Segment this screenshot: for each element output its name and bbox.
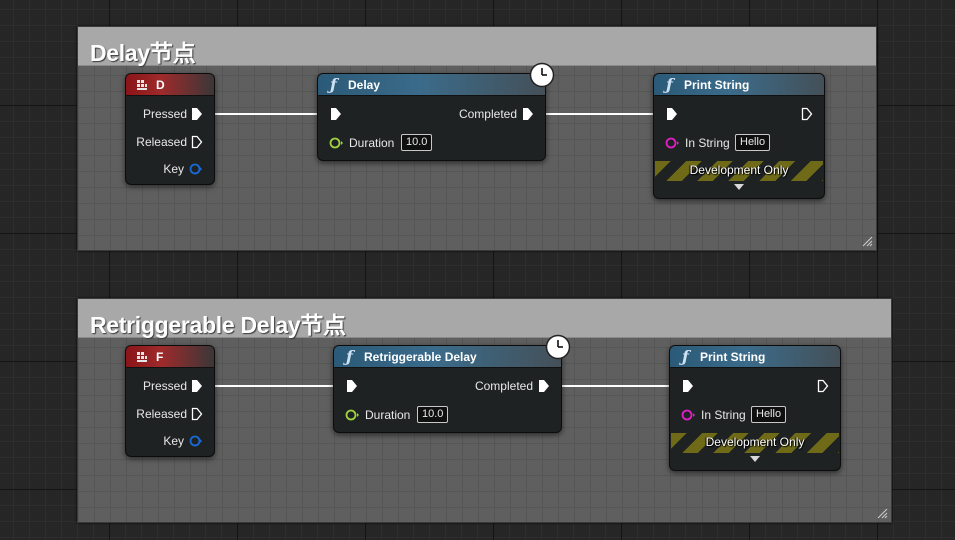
keyboard-icon bbox=[137, 80, 147, 90]
in-string-input[interactable]: Hello bbox=[735, 134, 771, 151]
pin-label-key: Key bbox=[163, 434, 184, 448]
key-struct-pin[interactable] bbox=[189, 163, 203, 175]
development-only-banner: Development Only bbox=[671, 433, 839, 453]
pin-label-pressed: Pressed bbox=[142, 379, 187, 393]
exec-pin-out-empty[interactable] bbox=[801, 107, 813, 121]
exec-pin-out-filled[interactable] bbox=[191, 107, 203, 121]
key-name: D bbox=[156, 78, 165, 92]
function-icon: ƒ bbox=[346, 347, 353, 366]
pin-label-in-string: In String bbox=[685, 136, 730, 150]
key-name: F bbox=[156, 350, 164, 364]
exec-pin-out-empty[interactable] bbox=[191, 135, 203, 149]
function-icon: ƒ bbox=[666, 75, 673, 94]
node-header[interactable]: ƒ Delay bbox=[318, 74, 545, 96]
node-header[interactable]: F bbox=[126, 346, 214, 368]
pin-label-duration: Duration bbox=[365, 408, 411, 422]
string-pin[interactable] bbox=[665, 137, 681, 149]
string-pin[interactable] bbox=[681, 409, 697, 421]
exec-pin-out-filled[interactable] bbox=[538, 379, 550, 393]
node-title: Print String bbox=[684, 78, 750, 92]
node-header[interactable]: ƒ Print String bbox=[654, 74, 824, 96]
keyboard-icon bbox=[137, 352, 147, 362]
function-icon: ƒ bbox=[682, 347, 689, 366]
float-pin[interactable] bbox=[345, 409, 361, 421]
retriggerable-delay-node[interactable]: ƒ Retriggerable Delay Completed Duration… bbox=[333, 345, 562, 433]
development-only-label: Development Only bbox=[689, 163, 789, 177]
pin-label-duration: Duration bbox=[349, 136, 395, 150]
pin-label-released: Released bbox=[136, 407, 187, 421]
print-string-node[interactable]: ƒ Print String In String Hello Developme… bbox=[669, 345, 841, 471]
node-header[interactable]: D bbox=[126, 74, 214, 96]
development-only-banner: Development Only bbox=[655, 161, 823, 181]
clock-icon bbox=[545, 334, 571, 360]
expand-arrow-icon[interactable] bbox=[734, 184, 744, 190]
key-struct-pin[interactable] bbox=[189, 435, 203, 447]
exec-pin-in-filled[interactable] bbox=[666, 107, 678, 121]
clock-icon bbox=[529, 62, 555, 88]
exec-pin-out-empty[interactable] bbox=[191, 407, 203, 421]
expand-arrow-icon[interactable] bbox=[750, 456, 760, 462]
pin-label-released: Released bbox=[136, 135, 187, 149]
float-pin[interactable] bbox=[329, 137, 345, 149]
node-title: Retriggerable Delay bbox=[364, 350, 477, 364]
key-event-node-d[interactable]: D Pressed Released Key bbox=[125, 73, 215, 185]
function-icon: ƒ bbox=[330, 75, 337, 94]
duration-input[interactable]: 10.0 bbox=[417, 406, 449, 423]
pin-label-completed: Completed bbox=[458, 107, 517, 121]
exec-pin-out-empty[interactable] bbox=[817, 379, 829, 393]
delay-node[interactable]: ƒ Delay Completed Duration 10.0 bbox=[317, 73, 546, 161]
in-string-input[interactable]: Hello bbox=[751, 406, 787, 423]
duration-input[interactable]: 10.0 bbox=[401, 134, 433, 151]
development-only-label: Development Only bbox=[705, 435, 805, 449]
exec-pin-out-filled[interactable] bbox=[522, 107, 534, 121]
pin-label-key: Key bbox=[163, 162, 184, 176]
node-title: Print String bbox=[700, 350, 766, 364]
node-header[interactable]: ƒ Print String bbox=[670, 346, 840, 368]
exec-pin-out-filled[interactable] bbox=[191, 379, 203, 393]
exec-pin-in-filled[interactable] bbox=[682, 379, 694, 393]
pin-label-completed: Completed bbox=[474, 379, 533, 393]
pin-label-pressed: Pressed bbox=[142, 107, 187, 121]
print-string-node[interactable]: ƒ Print String In String Hello Developme… bbox=[653, 73, 825, 199]
exec-pin-in-filled[interactable] bbox=[346, 379, 358, 393]
node-header[interactable]: ƒ Retriggerable Delay bbox=[334, 346, 561, 368]
key-event-node-f[interactable]: F Pressed Released Key bbox=[125, 345, 215, 457]
node-title: Delay bbox=[348, 78, 381, 92]
exec-pin-in-filled[interactable] bbox=[330, 107, 342, 121]
pin-label-in-string: In String bbox=[701, 408, 746, 422]
